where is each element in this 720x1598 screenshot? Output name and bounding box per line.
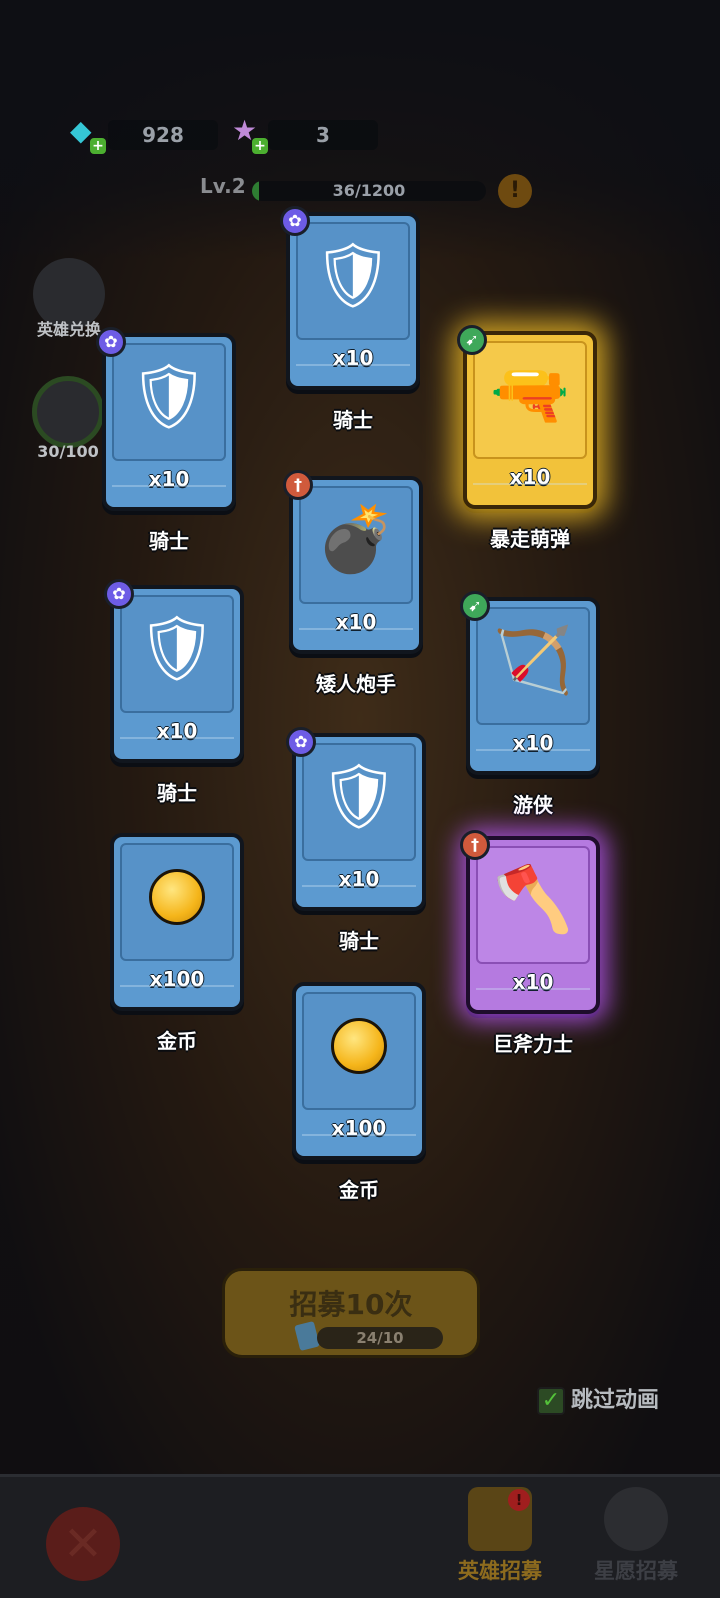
card-name: 矮人炮手: [316, 672, 396, 696]
card-name: 暴走萌弹: [490, 527, 570, 551]
card-name: 巨斧力士: [493, 1032, 573, 1056]
coin-icon: [331, 1018, 387, 1074]
coin-icon: [114, 857, 240, 944]
coin-icon: [296, 1006, 422, 1093]
atk-class-icon: †: [460, 830, 490, 860]
reward-card[interactable]: 🛡 x10: [110, 585, 244, 763]
card-stripe: [476, 988, 590, 1002]
star-count: 3: [268, 120, 378, 150]
card-stripe: [296, 364, 410, 378]
card-stripe: [476, 749, 590, 763]
card-stripe: [112, 485, 226, 499]
coin-icon: [149, 869, 205, 925]
xp-text: 36/1200: [332, 181, 406, 200]
close-icon: ✕: [62, 1516, 104, 1572]
card-name: 金币: [339, 1178, 379, 1202]
add-gems-button[interactable]: +: [90, 138, 106, 154]
notification-badge: !: [508, 1489, 530, 1511]
close-button[interactable]: ✕: [46, 1507, 120, 1581]
gem-icon: ◆: [70, 114, 92, 147]
card-stripe: [299, 628, 413, 642]
card-name: 骑士: [149, 529, 189, 553]
card-stripe: [302, 1134, 416, 1148]
card-name: 骑士: [333, 408, 373, 432]
gunner-icon: 🔫: [490, 358, 570, 432]
atk-class-icon: †: [283, 470, 313, 500]
card-stripe: [302, 885, 416, 899]
reward-card[interactable]: x100: [110, 833, 244, 1011]
reward-card[interactable]: 🪓 x10: [466, 836, 600, 1014]
reward-card[interactable]: 🛡 x10: [292, 733, 426, 911]
ranger-icon: 🏹: [493, 624, 573, 698]
card-name: 游侠: [513, 793, 553, 817]
checkbox-icon[interactable]: ✓: [537, 1387, 565, 1415]
bow-class-icon: ➹: [457, 325, 487, 355]
add-stars-button[interactable]: +: [252, 138, 268, 154]
reward-card[interactable]: 💣 x10: [289, 476, 423, 654]
wish-icon: [604, 1487, 668, 1551]
hero-exchange-button[interactable]: 英雄兑换: [24, 258, 114, 340]
tab-star-wish-recruit[interactable]: 星愿招募: [576, 1487, 696, 1585]
player-level: Lv.2: [200, 174, 246, 198]
card-name: 金币: [157, 1029, 197, 1053]
tab-hero-recruit[interactable]: ! 英雄招募: [440, 1487, 560, 1585]
paw-class-icon: ✿: [96, 327, 126, 357]
xp-bar: 36/1200: [252, 181, 486, 201]
card-name: 骑士: [339, 929, 379, 953]
reward-card[interactable]: 🏹 x10: [466, 597, 600, 775]
skip-animation-label: 跳过动画: [571, 1388, 660, 1413]
tab-hero-recruit-label: 英雄招募: [458, 1559, 542, 1583]
knight-icon: 🛡: [312, 239, 394, 313]
star-progress-button[interactable]: 30/100: [28, 376, 108, 461]
reward-card[interactable]: 🔫 x10: [463, 331, 597, 509]
paw-class-icon: ✿: [104, 579, 134, 609]
warning-icon[interactable]: !: [498, 174, 532, 208]
paw-class-icon: ✿: [286, 727, 316, 757]
card-stripe: [120, 737, 234, 751]
reward-card[interactable]: 🛡 x10: [286, 212, 420, 390]
gem-count: 928: [108, 120, 218, 150]
reward-card[interactable]: x100: [292, 982, 426, 1160]
recruit-10-button[interactable]: 招募10次 24/10: [222, 1268, 480, 1358]
dwarf-bomber-icon: 💣: [316, 503, 396, 577]
tab-star-wish-recruit-label: 星愿招募: [594, 1559, 678, 1583]
card-stripe: [120, 985, 234, 999]
star-icon: [32, 376, 104, 448]
bow-class-icon: ➹: [460, 591, 490, 621]
ticket-icon: [294, 1320, 320, 1352]
bottom-bar: ✕ ! 英雄招募 星愿招募: [0, 1474, 720, 1598]
card-name: 骑士: [157, 781, 197, 805]
reward-card[interactable]: 🛡 x10: [102, 333, 236, 511]
knight-icon: 🛡: [136, 612, 218, 686]
axe-warrior-icon: 🪓: [493, 863, 573, 937]
knight-icon: 🛡: [128, 360, 210, 434]
star-progress-label: 30/100: [37, 442, 99, 461]
recruit-ticket-count: 24/10: [317, 1327, 443, 1349]
paw-class-icon: ✿: [280, 206, 310, 236]
knight-icon: 🛡: [318, 760, 400, 834]
skip-animation-toggle[interactable]: ✓ 跳过动画: [537, 1382, 659, 1415]
card-stripe: [473, 483, 587, 497]
recruit-10-label: 招募10次: [289, 1288, 413, 1321]
